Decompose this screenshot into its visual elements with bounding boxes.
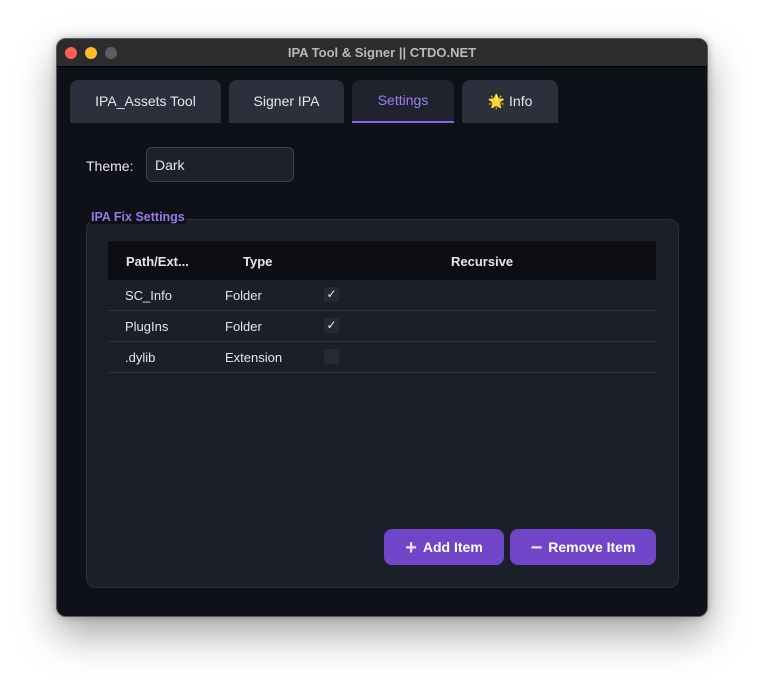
add-item-button[interactable]: + Add Item bbox=[384, 529, 504, 565]
table-row[interactable]: SC_Info Folder ✓ bbox=[108, 280, 656, 311]
fix-settings-table: Path/Ext... Type Recursive SC_Info Folde… bbox=[108, 241, 656, 373]
row-type: Folder bbox=[225, 288, 262, 303]
table-row[interactable]: PlugIns Folder ✓ bbox=[108, 311, 656, 342]
theme-label: Theme: bbox=[86, 158, 134, 174]
row-path: PlugIns bbox=[125, 319, 169, 334]
tab-signer-ipa[interactable]: Signer IPA bbox=[229, 80, 344, 123]
table-row[interactable]: .dylib Extension bbox=[108, 342, 656, 373]
row-type: Extension bbox=[225, 350, 283, 365]
minus-icon: − bbox=[530, 537, 543, 559]
remove-item-button[interactable]: − Remove Item bbox=[510, 529, 656, 565]
plus-icon: + bbox=[405, 537, 417, 559]
column-header-recursive[interactable]: Recursive bbox=[451, 254, 513, 269]
theme-select[interactable]: Dark bbox=[146, 147, 294, 182]
tab-info[interactable]: 🌟 Info bbox=[462, 80, 558, 123]
table-header: Path/Ext... Type Recursive bbox=[108, 241, 656, 280]
row-path: SC_Info bbox=[125, 288, 172, 303]
recursive-checkbox[interactable] bbox=[324, 349, 339, 364]
tab-ipa-assets-tool[interactable]: IPA_Assets Tool bbox=[70, 80, 221, 123]
add-item-label: Add Item bbox=[422, 539, 483, 555]
remove-item-label: Remove Item bbox=[548, 539, 636, 555]
tab-label: IPA_Assets Tool bbox=[95, 93, 196, 109]
row-type: Folder bbox=[225, 319, 262, 334]
recursive-checkbox[interactable]: ✓ bbox=[324, 287, 339, 302]
tab-label: Signer IPA bbox=[253, 93, 320, 109]
group-title: IPA Fix Settings bbox=[90, 210, 186, 224]
ipa-fix-settings-group: Path/Ext... Type Recursive SC_Info Folde… bbox=[86, 219, 679, 588]
app-window: IPA Tool & Signer || CTDO.NET IPA_Assets… bbox=[56, 38, 708, 617]
title-bar: IPA Tool & Signer || CTDO.NET bbox=[57, 39, 707, 67]
tab-label: Info bbox=[509, 93, 533, 109]
window-title: IPA Tool & Signer || CTDO.NET bbox=[287, 45, 477, 60]
column-header-path[interactable]: Path/Ext... bbox=[126, 254, 189, 269]
tab-settings[interactable]: Settings bbox=[352, 80, 454, 123]
tab-label: Settings bbox=[377, 92, 429, 108]
recursive-checkbox[interactable]: ✓ bbox=[324, 318, 339, 333]
column-header-type[interactable]: Type bbox=[243, 254, 272, 269]
row-path: .dylib bbox=[125, 350, 156, 365]
star-icon: 🌟 bbox=[487, 93, 506, 109]
